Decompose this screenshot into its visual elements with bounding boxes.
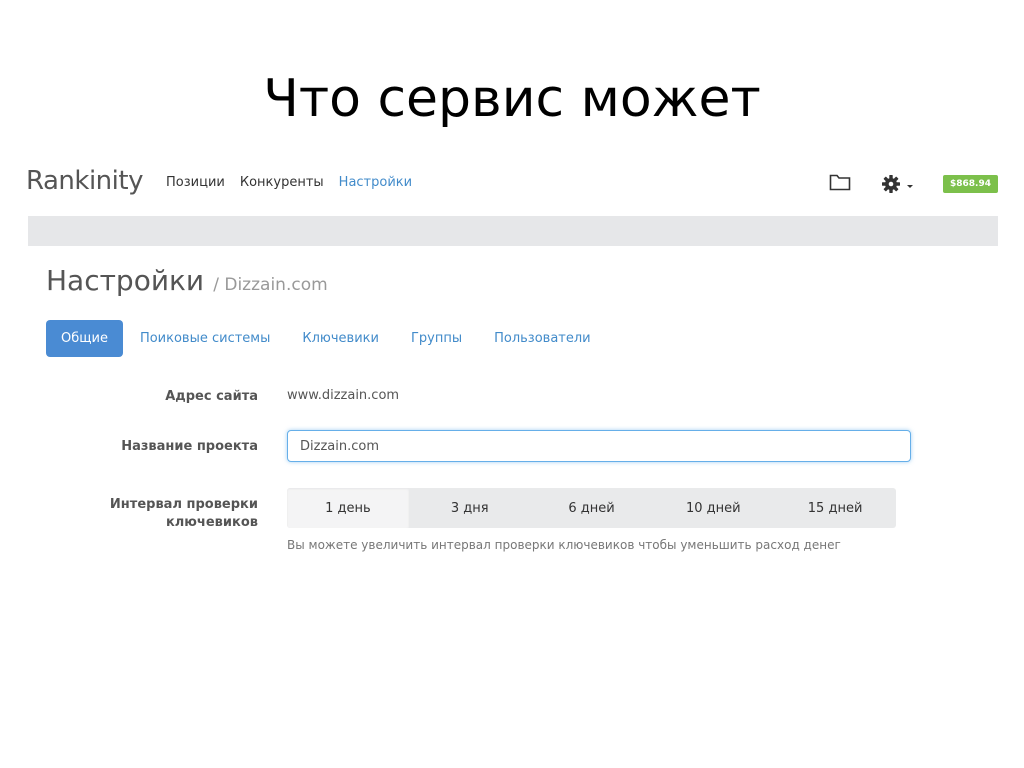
site-address-label: Адрес сайта — [165, 389, 258, 404]
gear-icon — [882, 175, 900, 193]
brand-logo[interactable]: Rankinity — [26, 166, 143, 196]
nav-link-competitors[interactable]: Конкуренты — [240, 175, 324, 190]
form-row-check-interval: Интервал проверки ключевиков 1 день 3 дн… — [26, 488, 998, 568]
tab-general[interactable]: Общие — [46, 320, 123, 357]
tab-groups[interactable]: Группы — [396, 320, 477, 357]
subheader-bar — [28, 216, 998, 246]
check-interval-label-line1: Интервал проверки — [109, 497, 258, 512]
nav-links: Позиции Конкуренты Настройки — [166, 175, 427, 190]
slide-title: Что сервис может — [263, 69, 761, 129]
site-address-value: www.dizzain.com — [287, 388, 400, 403]
project-name-input[interactable] — [287, 430, 911, 462]
tab-keywords[interactable]: Ключевики — [287, 320, 394, 357]
nav-link-settings[interactable]: Настройки — [339, 175, 412, 190]
check-interval-label: Интервал проверки ключевиков — [58, 496, 258, 532]
interval-option-15-days[interactable]: 15 дней — [774, 488, 896, 528]
slide: Что сервис может Rankinity Позиции Конку… — [0, 0, 1024, 768]
check-interval-help: Вы можете увеличить интервал проверки кл… — [287, 538, 841, 552]
nav-link-positions[interactable]: Позиции — [166, 175, 225, 190]
interval-option-6-days[interactable]: 6 дней — [531, 488, 653, 528]
caret-down-icon — [907, 184, 913, 188]
navbar: Rankinity Позиции Конкуренты Настройки $… — [26, 150, 998, 216]
app-screenshot: Rankinity Позиции Конкуренты Настройки $… — [26, 150, 998, 580]
settings-tabs: Общие Поиковые системы Ключевики Группы … — [46, 320, 608, 357]
nav-right: $868.94 — [829, 170, 998, 198]
form-row-project-name: Название проекта — [26, 430, 998, 464]
check-interval-selector: 1 день 3 дня 6 дней 10 дней 15 дней — [287, 488, 896, 528]
interval-option-10-days[interactable]: 10 дней — [652, 488, 774, 528]
page-subtitle: / Dizzain.com — [213, 275, 328, 295]
tab-search-engines[interactable]: Поиковые системы — [125, 320, 285, 357]
settings-menu-button[interactable] — [881, 174, 913, 194]
page-heading: Настройки / Dizzain.com — [46, 264, 328, 297]
folder-icon[interactable] — [829, 172, 881, 196]
tab-users[interactable]: Пользователи — [479, 320, 606, 357]
page-title: Настройки — [46, 264, 205, 297]
balance-badge[interactable]: $868.94 — [943, 175, 998, 193]
form-row-site-address: Адрес сайта www.dizzain.com — [26, 388, 998, 408]
interval-option-1-day[interactable]: 1 день — [287, 488, 409, 528]
check-interval-label-line2: ключевиков — [165, 515, 258, 530]
interval-option-3-days[interactable]: 3 дня — [409, 488, 531, 528]
project-name-label: Название проекта — [121, 439, 258, 454]
